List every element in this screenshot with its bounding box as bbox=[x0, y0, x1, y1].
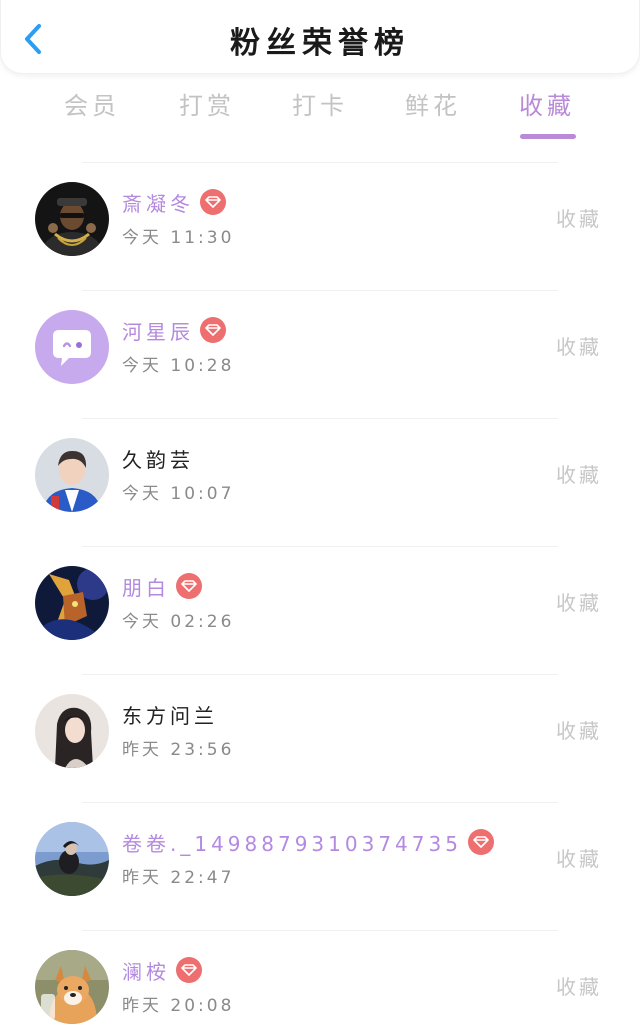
avatar[interactable] bbox=[35, 182, 109, 256]
avatar[interactable] bbox=[35, 822, 109, 896]
fan-name: 朋白 bbox=[122, 575, 170, 600]
avatar[interactable] bbox=[35, 438, 109, 512]
list-item[interactable]: 河星辰 今天 10:28 收藏 bbox=[0, 291, 640, 418]
fan-name: 东方问兰 bbox=[122, 703, 218, 728]
favorite-time: 昨天 22:47 bbox=[122, 868, 235, 888]
tab-flowers[interactable]: 鲜花 bbox=[378, 86, 488, 121]
fan-name: 澜桉 bbox=[122, 959, 170, 984]
favorite-label: 收藏 bbox=[556, 463, 602, 487]
vip-diamond-icon bbox=[200, 189, 226, 215]
page-title: 粉丝荣誉榜 bbox=[230, 26, 410, 61]
fan-name: 卷卷._1498879310374735 bbox=[122, 831, 462, 856]
favorite-label: 收藏 bbox=[556, 591, 602, 615]
favorite-time: 今天 02:26 bbox=[122, 612, 235, 632]
favorite-label: 收藏 bbox=[556, 207, 602, 231]
fan-name: 河星辰 bbox=[122, 319, 194, 344]
favorite-time: 昨天 23:56 bbox=[122, 740, 235, 760]
favorite-label: 收藏 bbox=[556, 975, 602, 999]
fan-list: 斎凝冬 今天 11:30 收藏 河星辰 今天 10:28 收藏 久韵芸 今天 1… bbox=[0, 162, 640, 1036]
tab-tips[interactable]: 打赏 bbox=[152, 86, 262, 121]
favorite-label: 收藏 bbox=[556, 847, 602, 871]
tab-membership[interactable]: 会员 bbox=[37, 86, 147, 121]
avatar[interactable] bbox=[35, 950, 109, 1024]
favorite-label: 收藏 bbox=[556, 335, 602, 359]
favorite-time: 今天 10:28 bbox=[122, 356, 235, 376]
fan-name: 久韵芸 bbox=[122, 447, 194, 472]
list-item[interactable]: 东方问兰 昨天 23:56 收藏 bbox=[0, 675, 640, 802]
tab-checkin[interactable]: 打卡 bbox=[265, 86, 375, 121]
tab-favorites[interactable]: 收藏 bbox=[492, 86, 602, 121]
avatar[interactable] bbox=[35, 310, 109, 384]
vip-diamond-icon bbox=[176, 957, 202, 983]
tab-bar: 会员 打赏 打卡 鲜花 收藏 bbox=[0, 86, 640, 146]
vip-diamond-icon bbox=[200, 317, 226, 343]
active-tab-indicator bbox=[520, 134, 576, 139]
list-item[interactable]: 久韵芸 今天 10:07 收藏 bbox=[0, 419, 640, 546]
list-item[interactable]: 澜桉 昨天 20:08 收藏 bbox=[0, 931, 640, 1036]
list-item[interactable]: 朋白 今天 02:26 收藏 bbox=[0, 547, 640, 674]
favorite-time: 今天 10:07 bbox=[122, 484, 235, 504]
avatar[interactable] bbox=[35, 566, 109, 640]
fan-name: 斎凝冬 bbox=[122, 191, 194, 216]
avatar[interactable] bbox=[35, 694, 109, 768]
favorite-label: 收藏 bbox=[556, 719, 602, 743]
list-item[interactable]: 卷卷._1498879310374735 昨天 22:47 收藏 bbox=[0, 803, 640, 930]
vip-diamond-icon bbox=[467, 829, 494, 855]
top-bar: 粉丝荣誉榜 bbox=[0, 0, 640, 74]
favorite-time: 昨天 20:08 bbox=[122, 996, 235, 1016]
favorite-time: 今天 11:30 bbox=[122, 228, 235, 248]
list-item[interactable]: 斎凝冬 今天 11:30 收藏 bbox=[0, 163, 640, 290]
vip-diamond-icon bbox=[176, 573, 202, 599]
